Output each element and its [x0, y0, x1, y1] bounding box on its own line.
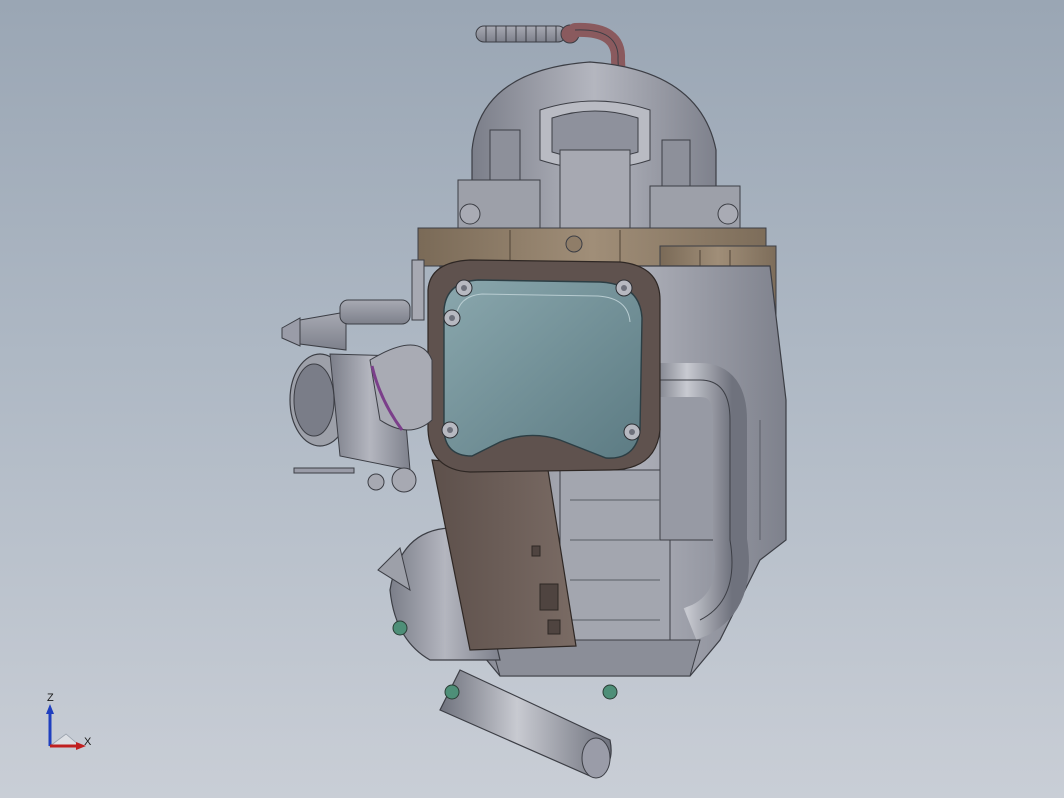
transparent-cover-window[interactable] [443, 279, 643, 459]
graphics-viewport[interactable]: Z X [0, 0, 1064, 798]
triad-x-label: X [84, 736, 92, 748]
engine-assembly-model[interactable] [0, 0, 1064, 798]
throttle-body[interactable] [281, 259, 433, 493]
triad-z-label: Z [47, 692, 54, 704]
coordinate-triad: Z X [40, 692, 100, 756]
valve-cover[interactable] [457, 61, 741, 231]
